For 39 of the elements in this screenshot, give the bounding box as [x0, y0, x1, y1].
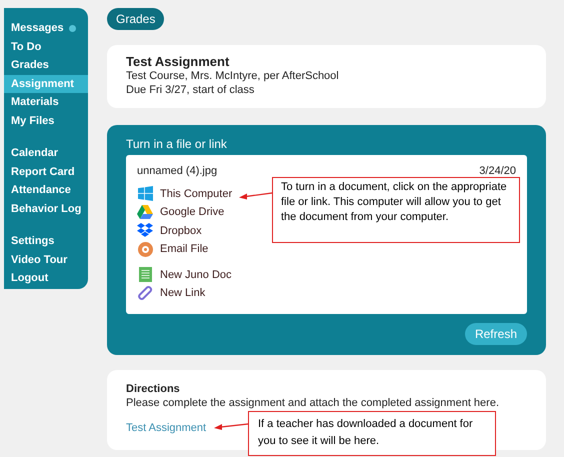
assignment-link[interactable]: Test Assignment: [126, 420, 206, 436]
callout-box: If a teacher has downloaded a document for you to see it will be here.: [248, 411, 496, 456]
sidebar-item[interactable]: Behavior Log: [4, 200, 88, 218]
callout-box: To turn in a document, click on the appropriate file or link. This computer will allow you to get the document from your computer.: [272, 177, 520, 243]
directions-text: Please complete the assignment and attach the completed assignment here.: [126, 396, 500, 410]
sidebar-item[interactable]: Messages: [4, 19, 88, 38]
assignment-title: Test Assignment: [126, 54, 230, 69]
dropbox-icon: [137, 223, 153, 238]
sidebar-item[interactable]: Report Card: [4, 162, 88, 181]
breadcrumb-button[interactable]: Grades: [107, 8, 164, 30]
pointer-arrow: [213, 421, 249, 431]
sidebar-item[interactable]: Logout: [4, 269, 88, 288]
triangle-icon: [137, 205, 153, 220]
document-icon: [138, 267, 152, 282]
sidebar-item[interactable]: Assignment: [4, 74, 88, 93]
sidebar-item[interactable]: To Do: [4, 38, 88, 56]
directions-heading: Directions: [126, 382, 181, 396]
sidebar-item[interactable]: Calendar: [4, 144, 88, 162]
course-info: Test Course, Mrs. McIntyre, per AfterSchool: [126, 69, 340, 83]
pointer-arrow: [238, 191, 273, 201]
source-option[interactable]: This Computer: [137, 184, 232, 203]
due-date: Due Fri 3/27, start of class: [126, 83, 256, 97]
sidebar-item[interactable]: Video Tour: [4, 250, 88, 269]
sidebar-item[interactable]: Attendance: [4, 181, 88, 200]
link-icon: [137, 285, 153, 302]
sidebar-item[interactable]: Settings: [4, 232, 88, 250]
refresh-button[interactable]: Refresh: [464, 323, 527, 345]
sidebar-item[interactable]: My Files: [4, 112, 88, 130]
source-option[interactable]: New Juno Doc: [137, 266, 232, 284]
panel-heading: Turn in a file or link: [126, 137, 228, 151]
file-date: 3/24/20: [479, 164, 516, 179]
source-option[interactable]: Email File: [137, 240, 208, 258]
source-option[interactable]: Google Drive: [137, 203, 224, 222]
sidebar-item[interactable]: Materials: [4, 93, 88, 112]
sidebar-item[interactable]: Grades: [4, 56, 88, 74]
source-option[interactable]: New Link: [137, 284, 206, 302]
windows-icon: [138, 186, 152, 202]
file-name: unnamed (4).jpg: [137, 164, 218, 179]
source-option[interactable]: Dropbox: [137, 222, 202, 240]
